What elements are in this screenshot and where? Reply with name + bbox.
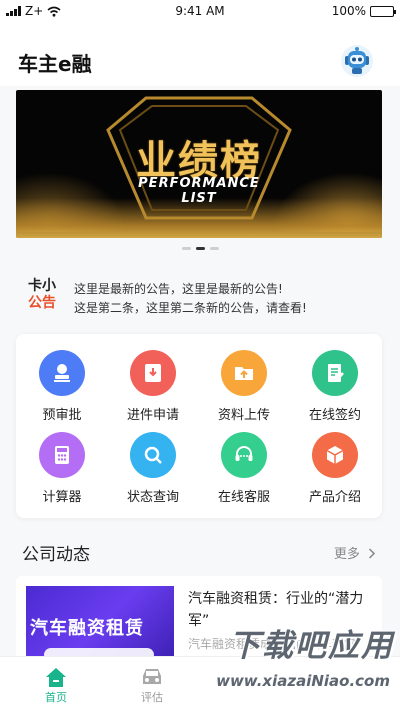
watermark-logo: 下载吧应用 www.xiazaiNiao.com xyxy=(216,628,394,690)
service-label: 在线签约 xyxy=(308,408,361,423)
more-link[interactable]: 更多 xyxy=(334,543,376,562)
tab-evaluate[interactable]: 评估 xyxy=(122,665,182,705)
user-stamp-icon xyxy=(39,350,85,396)
service-application[interactable]: 进件申请 xyxy=(107,350,199,423)
service-status-query[interactable]: 状态查询 xyxy=(107,432,199,505)
service-esign[interactable]: 在线签约 xyxy=(289,350,381,423)
car-icon xyxy=(122,665,182,689)
folder-upload-icon xyxy=(221,350,267,396)
banner-carousel[interactable]: 业绩榜 PERFORMANCE LIST xyxy=(16,90,382,238)
carousel-dot xyxy=(209,247,219,250)
service-label: 进件申请 xyxy=(126,408,179,423)
announcement-bar[interactable]: 卡小 公告 这里是最新的公告，这里是最新的公告! 这是第二条，这里第二条新的公告… xyxy=(28,278,378,318)
service-grid: 预审批 进件申请 资料上传 在线签约 计算器 状态查询 在线客服 产品介绍 xyxy=(16,334,382,518)
service-label: 在线客服 xyxy=(217,490,270,505)
calculator-icon xyxy=(39,432,85,478)
banner-subtitle: PERFORMANCE LIST xyxy=(138,176,260,206)
service-label: 产品介绍 xyxy=(308,490,361,505)
home-icon xyxy=(26,665,86,689)
cube-icon xyxy=(312,432,358,478)
carousel-dot-active xyxy=(195,247,205,250)
service-preapproval[interactable]: 预审批 xyxy=(16,350,108,423)
service-label: 状态查询 xyxy=(126,490,179,505)
sign-document-icon xyxy=(312,350,358,396)
battery-percent: 100% xyxy=(331,4,366,18)
tab-label: 评估 xyxy=(141,691,163,704)
section-title: 公司动态 xyxy=(22,545,90,565)
announcement-text: 这里是最新的公告，这里是最新的公告! 这是第二条，这里第二条新的公告，请查看! xyxy=(74,280,307,318)
battery-icon xyxy=(370,5,396,17)
service-upload[interactable]: 资料上传 xyxy=(198,350,290,423)
announcement-line: 这是第二条，这里第二条新的公告，请查看! xyxy=(74,301,307,315)
search-icon xyxy=(130,432,176,478)
service-support[interactable]: 在线客服 xyxy=(198,432,290,505)
service-products[interactable]: 产品介绍 xyxy=(289,432,381,505)
news-thumbnail: 汽车融资租赁 xyxy=(26,586,174,666)
service-label: 计算器 xyxy=(42,490,82,505)
carousel-indicator xyxy=(0,247,400,250)
service-label: 预审批 xyxy=(42,408,82,423)
app-title: 车主e融 xyxy=(18,52,92,76)
chevron-right-icon xyxy=(364,547,376,562)
status-bar: Z+ 9:41 AM 100% xyxy=(0,0,400,24)
announcement-line: 这里是最新的公告，这里是最新的公告! xyxy=(74,282,283,296)
robot-icon[interactable] xyxy=(340,44,374,78)
inbox-download-icon xyxy=(130,350,176,396)
tab-label: 首页 xyxy=(45,691,67,704)
tab-home[interactable]: 首页 xyxy=(26,665,86,705)
service-calculator[interactable]: 计算器 xyxy=(16,432,108,505)
app-header: 车主e融 xyxy=(0,24,400,86)
carousel-dot xyxy=(181,247,191,250)
headset-icon xyxy=(221,432,267,478)
service-label: 资料上传 xyxy=(217,408,270,423)
announcement-logo: 卡小 公告 xyxy=(28,278,56,311)
